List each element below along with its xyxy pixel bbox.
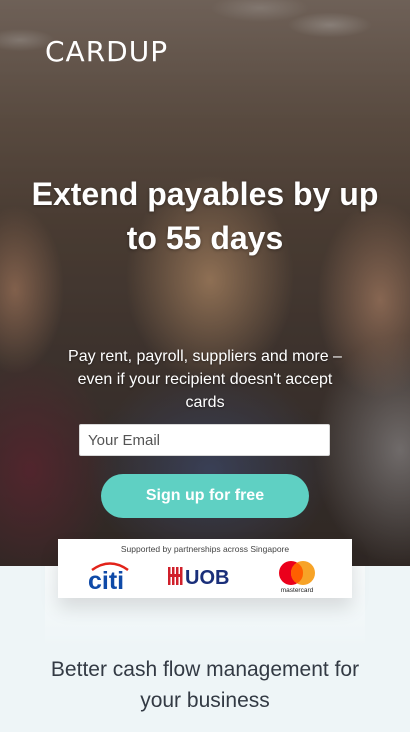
landing-page: CARDUP Extend payables by up to 55 days … [0, 0, 410, 732]
mastercard-logo: mastercard [279, 561, 315, 594]
email-input[interactable] [79, 424, 330, 456]
citi-logo: citi [88, 562, 129, 593]
svg-text:citi: citi [88, 567, 124, 593]
section-tagline: Better cash flow management for your bus… [50, 658, 360, 712]
uob-logo-text: UOB [185, 567, 229, 589]
cardup-logo[interactable]: CARDUP [45, 36, 168, 68]
mastercard-logo-text: mastercard [281, 587, 314, 594]
partners-caption: Supported by partnerships across Singapo… [120, 544, 290, 554]
uob-logo: UOB [168, 567, 229, 589]
hero-subtext: Pay rent, payroll, suppliers and more – … [68, 348, 342, 411]
partners-card: Supported by partnerships across Singapo… [58, 539, 352, 598]
signup-button[interactable]: Sign up for free [101, 474, 309, 518]
hero-headline: Extend payables by up to 55 days [31, 176, 379, 256]
